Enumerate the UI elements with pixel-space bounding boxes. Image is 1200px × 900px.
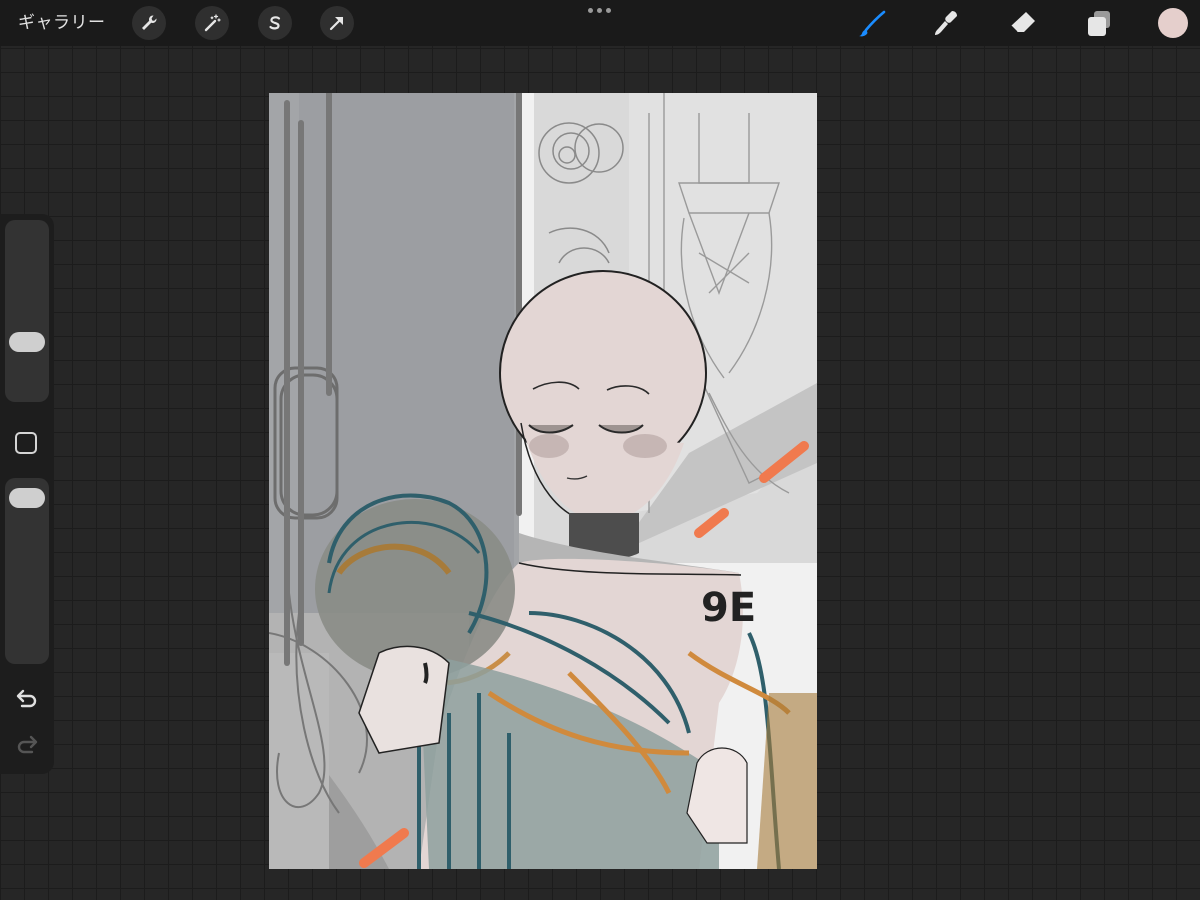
left-sidebar xyxy=(0,214,54,774)
magic-wand-icon xyxy=(204,14,221,32)
top-toolbar: ギャラリー xyxy=(0,0,1200,46)
gallery-button[interactable]: ギャラリー xyxy=(18,11,106,35)
opacity-slider[interactable] xyxy=(5,478,49,664)
artwork-scribble-text: 9E xyxy=(701,585,756,631)
brush-size-thumb[interactable] xyxy=(9,332,45,352)
toolbar-grabber-handle[interactable] xyxy=(588,7,612,15)
smudge-icon xyxy=(935,11,957,35)
selection-s-icon xyxy=(269,16,281,30)
layers-button[interactable] xyxy=(1084,8,1114,38)
actions-button[interactable] xyxy=(132,6,166,40)
brush-tool-button[interactable] xyxy=(857,8,887,38)
transform-button[interactable] xyxy=(320,6,354,40)
artwork-sketch: 9E xyxy=(269,93,817,869)
opacity-thumb[interactable] xyxy=(9,488,45,508)
color-picker-button[interactable] xyxy=(1158,8,1188,38)
eraser-tool-button[interactable] xyxy=(1008,8,1038,38)
selection-button[interactable] xyxy=(258,6,292,40)
brush-icon xyxy=(859,10,886,37)
brush-size-slider[interactable] xyxy=(5,220,49,402)
undo-icon[interactable] xyxy=(14,688,40,710)
drawing-canvas[interactable]: 9E xyxy=(269,93,817,869)
adjustments-button[interactable] xyxy=(195,6,229,40)
redo-icon[interactable] xyxy=(14,734,40,756)
modify-button[interactable] xyxy=(15,432,37,454)
smudge-tool-button[interactable] xyxy=(931,8,961,38)
layers-icon xyxy=(1088,11,1110,36)
eraser-icon xyxy=(1010,12,1035,33)
wrench-icon xyxy=(142,15,157,30)
transform-arrow-icon xyxy=(329,16,344,31)
